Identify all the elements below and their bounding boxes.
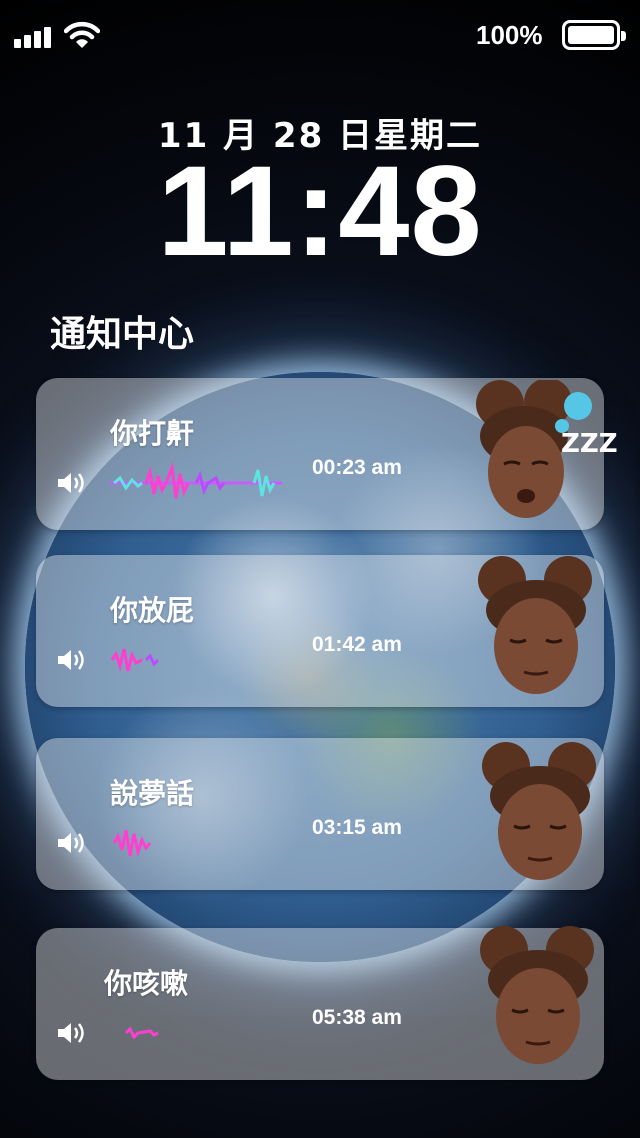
speaker-icon[interactable] (56, 647, 88, 673)
speaker-icon[interactable] (56, 830, 88, 856)
notification-center-title: 通知中心 (50, 314, 195, 355)
battery-percentage: 100% (476, 20, 543, 50)
status-bar: 100% (0, 0, 640, 72)
notification-time: 00:23 am (312, 456, 402, 479)
notification-label: 你放屁 (110, 594, 195, 627)
cellular-signal-icon (14, 26, 56, 48)
notification-time: 03:15 am (312, 816, 402, 839)
notification-label: 你打鼾 (110, 417, 195, 450)
audio-waveform[interactable] (106, 820, 286, 866)
speaker-icon[interactable] (56, 470, 88, 496)
zzz-icon: ZZZ (561, 429, 618, 458)
audio-waveform[interactable] (106, 637, 286, 683)
notification-time: 05:38 am (312, 1006, 402, 1029)
wifi-icon (64, 21, 100, 48)
avatar-icon (482, 742, 596, 880)
audio-waveform[interactable] (106, 1010, 286, 1056)
audio-waveform[interactable] (106, 460, 286, 506)
avatar-icon (480, 926, 594, 1064)
svg-text:ZZZ: ZZZ (561, 429, 618, 458)
speaker-icon[interactable] (56, 1020, 88, 1046)
notification-label: 你咳嗽 (104, 967, 189, 1000)
battery-icon (562, 20, 626, 50)
notification-label: 說夢話 (110, 777, 195, 810)
avatar-icon (478, 556, 592, 694)
lock-time: 11:48 (157, 140, 483, 283)
notification-time: 01:42 am (312, 633, 402, 656)
